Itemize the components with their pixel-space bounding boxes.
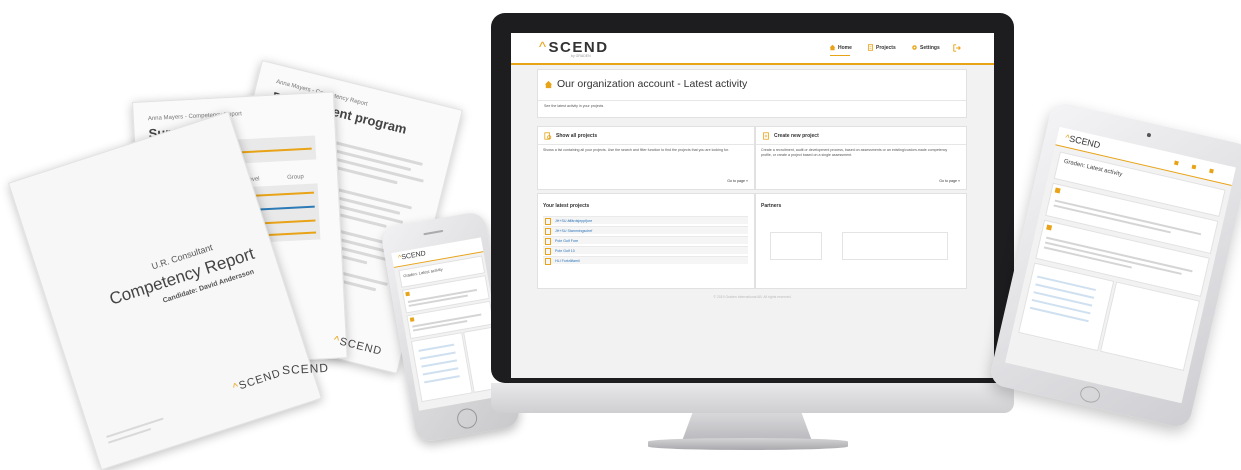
search-document-icon — [544, 132, 552, 140]
partner-logo[interactable] — [842, 232, 948, 260]
card-description: Shows a list containing all your project… — [543, 148, 729, 152]
brand-subtitle: by GRADEN — [571, 54, 591, 58]
monitor-base — [648, 438, 848, 450]
document-icon — [545, 248, 551, 255]
document-icon — [545, 238, 551, 245]
document-icon — [545, 228, 551, 235]
project-row[interactable]: Pole Golf Fore — [543, 236, 748, 245]
tablet-home-button — [1078, 384, 1102, 405]
partner-logo[interactable] — [770, 232, 822, 260]
project-link[interactable]: Pole Golf Fore — [555, 239, 578, 243]
project-row[interactable]: JH+SU Stammingschef — [543, 226, 748, 235]
gear-icon — [912, 45, 917, 50]
logout-icon[interactable] — [953, 44, 961, 52]
card-title: Create new project — [774, 133, 819, 139]
card-title: Show all projects — [556, 133, 598, 139]
tablet-mockup: ^SCEND Graden: Latest activity — [988, 100, 1241, 430]
latest-projects-title: Your latest projects — [543, 203, 590, 209]
new-document-icon — [763, 132, 769, 140]
document-icon — [867, 44, 874, 51]
project-link[interactable]: Pole Golf 10 — [555, 249, 575, 253]
tablet-screen: ^SCEND Graden: Latest activity — [1005, 126, 1236, 404]
home-icon — [544, 80, 553, 89]
latest-projects-panel: Your latest projects JH+SU äffärdsjeppfj… — [537, 193, 755, 289]
page-subtitle: See the latest activity in your projects — [544, 104, 604, 108]
app-header: ^SCEND by GRADEN Home Projects Settings — [511, 33, 994, 65]
partners-panel: Partners — [755, 193, 967, 289]
nav-home[interactable]: Home — [829, 44, 852, 51]
activity-header-panel: Our organization account - Latest activi… — [537, 69, 967, 118]
home-icon — [829, 44, 836, 51]
document-icon — [545, 258, 551, 265]
project-row[interactable]: Pole Golf 10 — [543, 246, 748, 255]
card-show-all-projects[interactable]: Show all projects Shows a list containin… — [537, 126, 755, 190]
desktop-screen: ^SCEND by GRADEN Home Projects Settings — [511, 33, 994, 378]
project-link[interactable]: HLI Forkråfamil — [555, 259, 580, 263]
nav-settings[interactable]: Settings — [911, 44, 940, 51]
go-to-page-link[interactable]: Go to page » — [939, 179, 960, 183]
project-row[interactable]: JH+SU äffärdsjeppfjore — [543, 216, 748, 225]
cover-logo: ^SCEND — [231, 367, 283, 395]
document-icon — [545, 218, 551, 225]
monitor-stand — [682, 413, 812, 441]
page-title: Our organization account - Latest activi… — [557, 78, 748, 90]
footer-copyright: © 2019 Graden International AB. All righ… — [713, 295, 792, 299]
project-link[interactable]: JH+SU äffärdsjeppfjore — [555, 219, 592, 223]
partners-title: Partners — [761, 203, 782, 209]
phone-home-button — [455, 406, 479, 431]
card-create-project[interactable]: Create new project Create a recruitment,… — [755, 126, 967, 190]
monitor-chin — [491, 383, 1014, 413]
project-link[interactable]: JH+SU Stammingschef — [555, 229, 592, 233]
stack-logo: SCEND — [281, 360, 330, 378]
card-description: Create a recruitment, audit or developme… — [761, 148, 948, 157]
nav-projects[interactable]: Projects — [867, 44, 896, 51]
go-to-page-link[interactable]: Go to page » — [727, 179, 748, 183]
project-row[interactable]: HLI Forkråfamil — [543, 256, 748, 265]
summary-col-group: Group — [287, 174, 305, 181]
